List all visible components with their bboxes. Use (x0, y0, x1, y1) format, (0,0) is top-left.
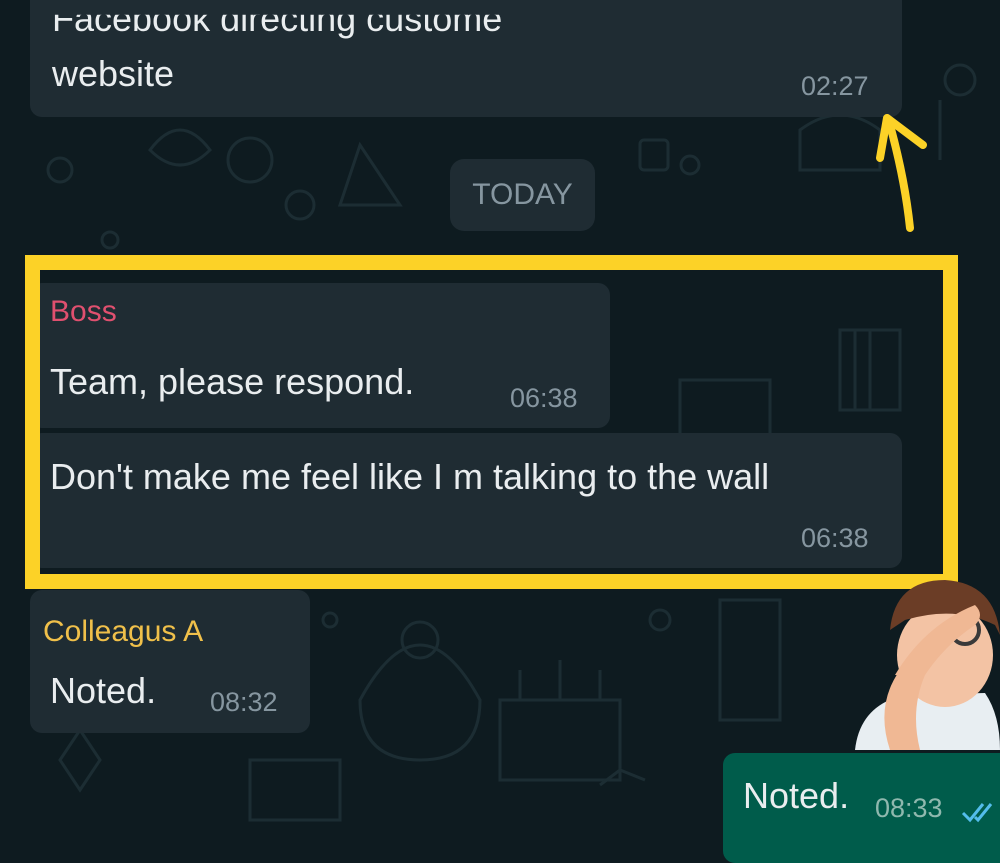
message-timestamp: 02:27 (801, 71, 869, 101)
message-text: Noted. (50, 670, 157, 711)
message-text-line2: website (52, 53, 175, 94)
message-text-line1: Facebook directing custome (52, 0, 503, 39)
arrow-up-icon (876, 114, 927, 232)
date-separator: TODAY (450, 159, 595, 231)
message-timestamp: 08:33 (875, 793, 943, 823)
message-bubble-outgoing[interactable]: Noted. 08:33 (723, 753, 1000, 863)
message-text: Noted. (743, 775, 850, 816)
highlight-box (25, 255, 958, 589)
message-bubble-previous[interactable]: Facebook directing custome website 02:27 (30, 0, 902, 117)
message-timestamp: 08:32 (210, 687, 278, 717)
message-bubble-colleague[interactable]: Colleagus A Noted. 08:32 (30, 590, 310, 733)
sender-name: Colleagus A (43, 615, 204, 648)
facepalm-sticker-icon (855, 580, 1000, 750)
double-check-icon (961, 803, 993, 823)
